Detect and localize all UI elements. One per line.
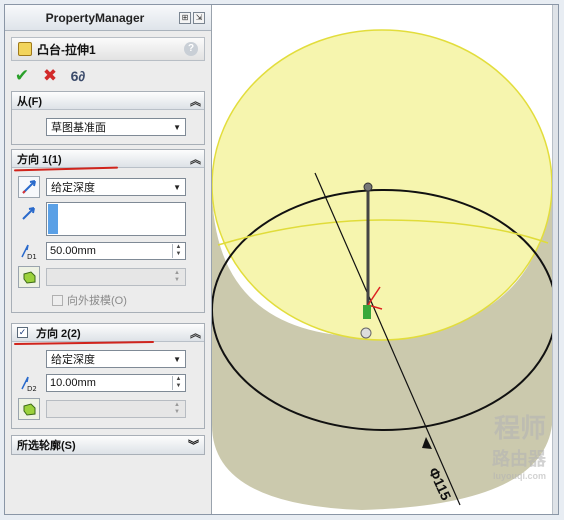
triad-z-axis xyxy=(363,305,371,319)
ok-button[interactable]: ✔ xyxy=(13,67,31,85)
graphics-viewport[interactable]: Φ115 程师 路由器 luyouqi.com xyxy=(212,5,558,514)
direction2-end-condition-select[interactable]: 给定深度 ▼ xyxy=(46,350,186,368)
from-group-header[interactable]: 从(F) ︽ xyxy=(12,92,204,110)
expand-chevron-icon[interactable]: ︾ xyxy=(188,437,199,453)
reverse-direction-icon[interactable] xyxy=(18,176,40,198)
cylinder-top-face xyxy=(212,29,553,341)
pin-icon[interactable]: ⇲ xyxy=(193,11,205,24)
direction1-group-header[interactable]: 方向 1(1) ︽ xyxy=(12,150,204,172)
draft-outward-option: 向外拔模(O) xyxy=(52,292,198,308)
draft-outward-checkbox xyxy=(52,294,63,306)
direction-reference-listbox[interactable] xyxy=(46,202,186,236)
start-condition-select[interactable]: 草图基准面 ▼ xyxy=(46,118,186,136)
direction1-title: 方向 1(1) xyxy=(17,153,62,166)
spinner-icon[interactable]: ▲ ▼ xyxy=(172,376,184,390)
dropdown-arrow-icon: ▼ xyxy=(173,122,181,132)
cancel-button[interactable]: ✖ xyxy=(41,67,59,85)
help-button[interactable]: ? xyxy=(184,42,198,56)
collapse-chevron-icon[interactable]: ︽ xyxy=(190,151,201,167)
draft-on-off-icon[interactable] xyxy=(18,266,40,288)
svg-text:D2: D2 xyxy=(27,385,37,393)
direction2-group: ✓ 方向 2(2) ︽ 给定深度 ▼ D2 10.00mm ▲ ▼ ▲ ▼ xyxy=(11,323,205,429)
viewport-right-strip xyxy=(552,5,558,514)
direction1-depth-input[interactable]: 50.00mm ▲ ▼ xyxy=(46,242,186,260)
action-buttons: ✔ ✖ 6∂ xyxy=(13,67,203,85)
svg-text:D1: D1 xyxy=(27,253,37,261)
drag-handle-icon xyxy=(363,182,373,192)
draft-on-off-icon[interactable] xyxy=(18,398,40,420)
draft-angle-field: ▲ ▼ xyxy=(46,268,186,286)
from-group-title: 从(F) xyxy=(17,95,43,108)
solidworks-window: PropertyManager ⊞ ⇲ 凸台-拉伸1 ? ✔ ✖ 6∂ 从(F)… xyxy=(4,4,559,515)
collapse-chevron-icon[interactable]: ︽ xyxy=(190,325,201,341)
direction2-checkbox[interactable]: ✓ xyxy=(17,327,28,338)
direction2-title: 方向 2(2) xyxy=(36,327,81,340)
property-manager-title: PropertyManager xyxy=(45,10,145,25)
dropdown-arrow-icon: ▼ xyxy=(173,182,181,192)
draft-angle-field: ▲ ▼ xyxy=(46,400,186,418)
origin-marker-icon xyxy=(360,327,372,339)
tree-icon[interactable]: ⊞ xyxy=(179,11,191,24)
boss-extrude-icon xyxy=(18,42,32,56)
collapse-chevron-icon[interactable]: ︽ xyxy=(190,93,201,109)
feature-name: 凸台-拉伸1 xyxy=(37,42,96,57)
selected-contours-group[interactable]: 所选轮廓(S) ︾ xyxy=(11,435,205,455)
spinner-icon[interactable]: ▲ ▼ xyxy=(172,244,184,258)
direction2-depth-input[interactable]: 10.00mm ▲ ▼ xyxy=(46,374,186,392)
property-manager-panel: PropertyManager ⊞ ⇲ 凸台-拉伸1 ? ✔ ✖ 6∂ 从(F)… xyxy=(5,5,212,514)
direction1-group: 方向 1(1) ︽ 给定深度 ▼ D1 50.00mm ▲ ▼ ▲ ▼ 向外拔模… xyxy=(11,149,205,313)
from-group: 从(F) ︽ 草图基准面 ▼ xyxy=(11,91,205,145)
selected-contours-title: 所选轮廓(S) xyxy=(17,440,76,452)
direction2-group-header[interactable]: ✓ 方向 2(2) ︽ xyxy=(12,324,204,345)
property-manager-header: PropertyManager ⊞ ⇲ xyxy=(5,5,211,31)
watermark: 程师 路由器 luyouqi.com xyxy=(492,413,546,481)
dropdown-arrow-icon: ▼ xyxy=(173,354,181,364)
direction1-end-condition-select[interactable]: 给定深度 ▼ xyxy=(46,178,186,196)
detailed-preview-button[interactable]: 6∂ xyxy=(69,67,87,85)
depth-d2-icon: D2 xyxy=(18,372,40,394)
direction-vector-icon xyxy=(18,202,40,224)
depth-d1-icon: D1 xyxy=(18,240,40,262)
feature-title-bar: 凸台-拉伸1 ? xyxy=(11,37,205,61)
